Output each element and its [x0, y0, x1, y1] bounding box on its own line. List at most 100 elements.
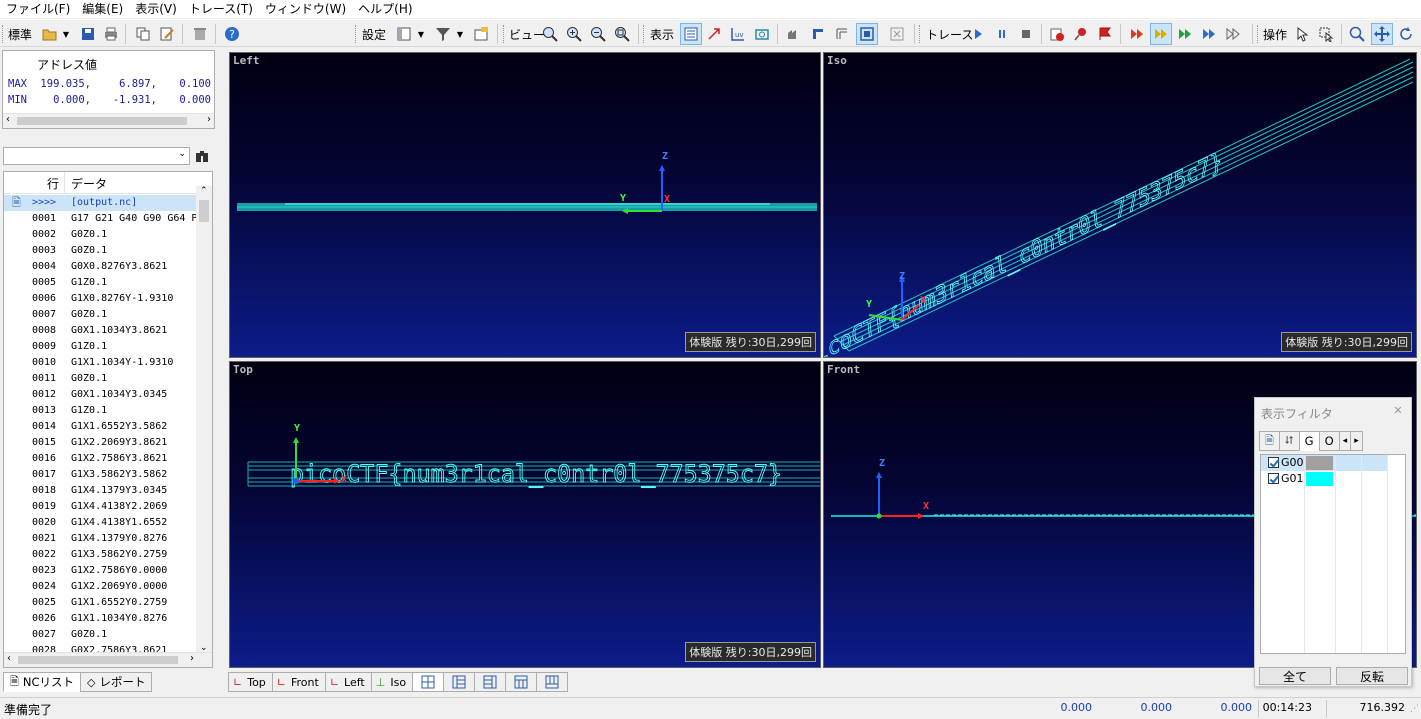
nclist-toggle-icon[interactable] [680, 23, 702, 45]
filter-tab-document[interactable]: 🗎 [1259, 431, 1280, 451]
table-row[interactable]: 0019 G1X4.4138Y2.2069 [4, 499, 197, 515]
filter-g01-color[interactable] [1306, 472, 1333, 486]
frame-icon[interactable] [856, 23, 878, 45]
play-icon[interactable] [968, 24, 988, 44]
save-icon[interactable] [78, 24, 98, 44]
viewport-iso[interactable]: Iso picoCTF{num3r1cal_c0ntr0l_775375c7} … [823, 52, 1417, 358]
table-row[interactable]: 0013 G1Z0.1 [4, 403, 197, 419]
binoculars-icon[interactable] [194, 148, 212, 164]
step-forward-yellow-icon[interactable] [1150, 23, 1172, 45]
open-dropdown-icon[interactable]: ▼ [61, 24, 71, 44]
filter-tab-scroll-right-icon[interactable]: ▸ [1350, 431, 1363, 451]
breakpoint-icon[interactable] [1047, 24, 1067, 44]
table-row[interactable]: 0006 G1X0.8276Y-1.9310 [4, 291, 197, 307]
table-row[interactable]: 0004 G0X0.8276Y3.8621 [4, 259, 197, 275]
table-row[interactable]: 0002 G0Z0.1 [4, 227, 197, 243]
box-select-icon[interactable] [1316, 24, 1336, 44]
layout-dropdown-icon[interactable]: ▼ [416, 24, 426, 44]
select-icon[interactable] [1292, 24, 1312, 44]
table-row[interactable]: 0024 G1X2.2069Y0.0000 [4, 579, 197, 595]
close-icon[interactable]: ✕ [1387, 401, 1409, 421]
toolbar-grip[interactable] [2, 25, 5, 43]
vector-icon[interactable] [704, 24, 724, 44]
nc-scroll-left-icon[interactable]: ‹ [7, 653, 11, 664]
zoom-out-icon[interactable] [588, 24, 608, 44]
table-row[interactable]: 0005 G1Z0.1 [4, 275, 197, 291]
edit-icon[interactable] [157, 24, 177, 44]
table-row[interactable]: 0025 G1X1.6552Y0.2759 [4, 595, 197, 611]
filter-invert-button[interactable]: 反転 [1336, 667, 1408, 685]
menu-view[interactable]: 表示(V) [129, 0, 183, 18]
filter-g00-color[interactable] [1306, 456, 1333, 470]
edge-icon[interactable] [808, 24, 828, 44]
copy-icon[interactable] [133, 24, 153, 44]
table-row[interactable]: 🗎 >>>> [output.nc] [4, 195, 197, 211]
filter-dropdown-icon[interactable]: ▼ [455, 24, 465, 44]
solid-icon[interactable] [784, 24, 804, 44]
zoom-in-icon[interactable] [564, 24, 584, 44]
layout-right-split-icon[interactable] [474, 672, 507, 692]
open-icon[interactable] [40, 24, 60, 44]
combo-chevron-down-icon[interactable]: ⌄ [178, 149, 186, 159]
filter-tab-g[interactable]: G [1298, 431, 1320, 451]
table-row[interactable]: 0026 G1X1.1034Y0.8276 [4, 611, 197, 627]
table-row[interactable]: 0011 G0Z0.1 [4, 371, 197, 387]
pan-icon[interactable] [1371, 23, 1393, 45]
table-row[interactable]: 0003 G0Z0.1 [4, 243, 197, 259]
nc-vscroll-thumb[interactable] [199, 200, 209, 222]
table-row[interactable]: 0018 G1X4.1379Y3.0345 [4, 483, 197, 499]
table-row[interactable]: 0017 G1X3.5862Y3.5862 [4, 467, 197, 483]
table-row[interactable]: 0012 G0X1.1034Y3.0345 [4, 387, 197, 403]
scroll-left-icon[interactable]: ‹ [6, 114, 10, 125]
tab-view-front[interactable]: ∟ Front [271, 672, 326, 692]
delete-icon[interactable] [190, 24, 210, 44]
filter-tab-axis[interactable]: ⮃ [1278, 431, 1300, 451]
table-row[interactable]: 0010 G1X1.1034Y-1.9310 [4, 355, 197, 371]
tab-report[interactable]: ◇ レポート [80, 672, 153, 692]
table-row[interactable]: 0021 G1X4.1379Y0.8276 [4, 531, 197, 547]
table-row[interactable]: 0007 G0Z0.1 [4, 307, 197, 323]
layout-icon[interactable] [394, 24, 414, 44]
step-forward-blue-icon[interactable] [1199, 24, 1219, 44]
menu-edit[interactable]: 編集(E) [76, 0, 129, 18]
filter-row-g01[interactable]: G01 [1261, 471, 1388, 487]
table-row[interactable]: 0023 G1X2.7586Y0.0000 [4, 563, 197, 579]
zoom-tool-icon[interactable] [1347, 24, 1367, 44]
flag-icon[interactable] [1095, 24, 1115, 44]
table-row[interactable]: 0009 G1Z0.1 [4, 339, 197, 355]
filter-row-g00[interactable]: G00 [1261, 455, 1388, 471]
rotate-icon[interactable] [1396, 24, 1416, 44]
tab-view-left[interactable]: ∟ Left [324, 672, 372, 692]
table-row[interactable]: 0008 G0X1.1034Y3.8621 [4, 323, 197, 339]
step-forward-grey-icon[interactable] [1223, 24, 1243, 44]
viewport-top[interactable]: Top picoCTF{num3r1cal_c0ntr0l_775375c7} … [229, 361, 821, 668]
nc-scroll-right-icon[interactable]: › [190, 653, 194, 664]
layout-quad-icon[interactable] [412, 672, 445, 692]
menu-help[interactable]: ヘルプ(H) [352, 0, 418, 18]
zoom-fit-icon[interactable] [540, 24, 560, 44]
viewport-left[interactable]: Left Z Y X 体験版 残り:30日,299回 [229, 52, 821, 358]
table-row[interactable]: 0016 G1X2.7586Y3.8621 [4, 451, 197, 467]
print-icon[interactable] [101, 24, 121, 44]
scroll-right-icon[interactable]: › [207, 114, 211, 125]
table-row[interactable]: 0020 G1X4.4138Y1.6552 [4, 515, 197, 531]
layout-bottom-split-icon[interactable] [536, 672, 569, 692]
filter-tab-o[interactable]: O [1318, 431, 1340, 451]
camera-icon[interactable] [752, 24, 772, 44]
nc-vscroll[interactable]: ⌃ ⌄ [196, 186, 212, 653]
step-forward-red-icon[interactable] [1127, 24, 1147, 44]
clear-icon[interactable] [887, 24, 907, 44]
address-hscroll[interactable]: ‹ › [3, 113, 214, 128]
table-row[interactable]: 0015 G1X2.2069Y3.8621 [4, 435, 197, 451]
tab-view-iso[interactable]: ⊥ Iso [370, 672, 414, 692]
nc-hscroll[interactable]: ‹ › [4, 652, 212, 667]
pin-icon[interactable] [1071, 24, 1091, 44]
menu-trace[interactable]: トレース(T) [183, 0, 259, 18]
outline-icon[interactable] [832, 24, 852, 44]
filter-icon[interactable] [433, 24, 453, 44]
tab-view-top[interactable]: ∟ Top [228, 672, 273, 692]
help-icon[interactable]: ? [222, 24, 242, 44]
resize-grip-icon[interactable]: ⋰ [1410, 704, 1419, 714]
table-row[interactable]: 0001 G17 G21 G40 G90 G64 P [4, 211, 197, 227]
zoom-window-icon[interactable] [612, 24, 632, 44]
